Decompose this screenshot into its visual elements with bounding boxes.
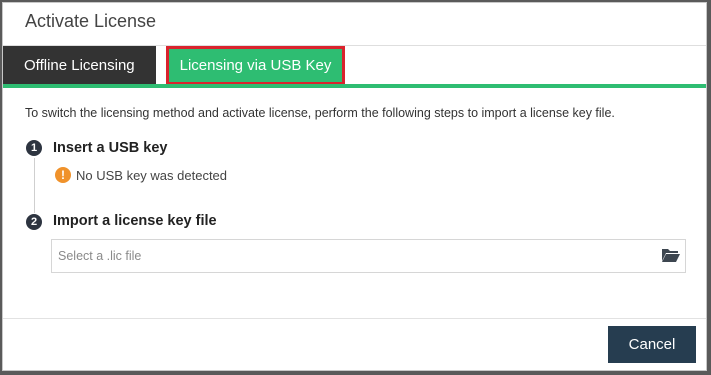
step-connector <box>34 158 35 213</box>
step-1-number: 1 <box>26 140 42 156</box>
tab-licensing-via-usb-key[interactable]: Licensing via USB Key <box>166 46 345 85</box>
tab-bar: Offline Licensing Licensing via USB Key <box>3 46 706 85</box>
usb-status-message: No USB key was detected <box>76 168 228 183</box>
step-2-title: Import a license key file <box>53 213 217 229</box>
tab-underline <box>3 84 706 88</box>
folder-open-icon[interactable] <box>661 246 681 264</box>
instructions-text: To switch the licensing method and activ… <box>25 106 615 120</box>
license-file-field <box>51 239 686 273</box>
dialog-title: Activate License <box>25 11 157 31</box>
step-1-title: Insert a USB key <box>53 140 168 156</box>
footer-divider <box>3 318 706 319</box>
license-file-input[interactable] <box>52 240 652 272</box>
tab-offline-licensing[interactable]: Offline Licensing <box>3 46 156 85</box>
activate-license-dialog: Activate License Offline Licensing Licen… <box>2 2 707 371</box>
warning-icon: ! <box>55 167 71 183</box>
step-2-number: 2 <box>26 214 42 230</box>
cancel-button[interactable]: Cancel <box>608 326 696 363</box>
